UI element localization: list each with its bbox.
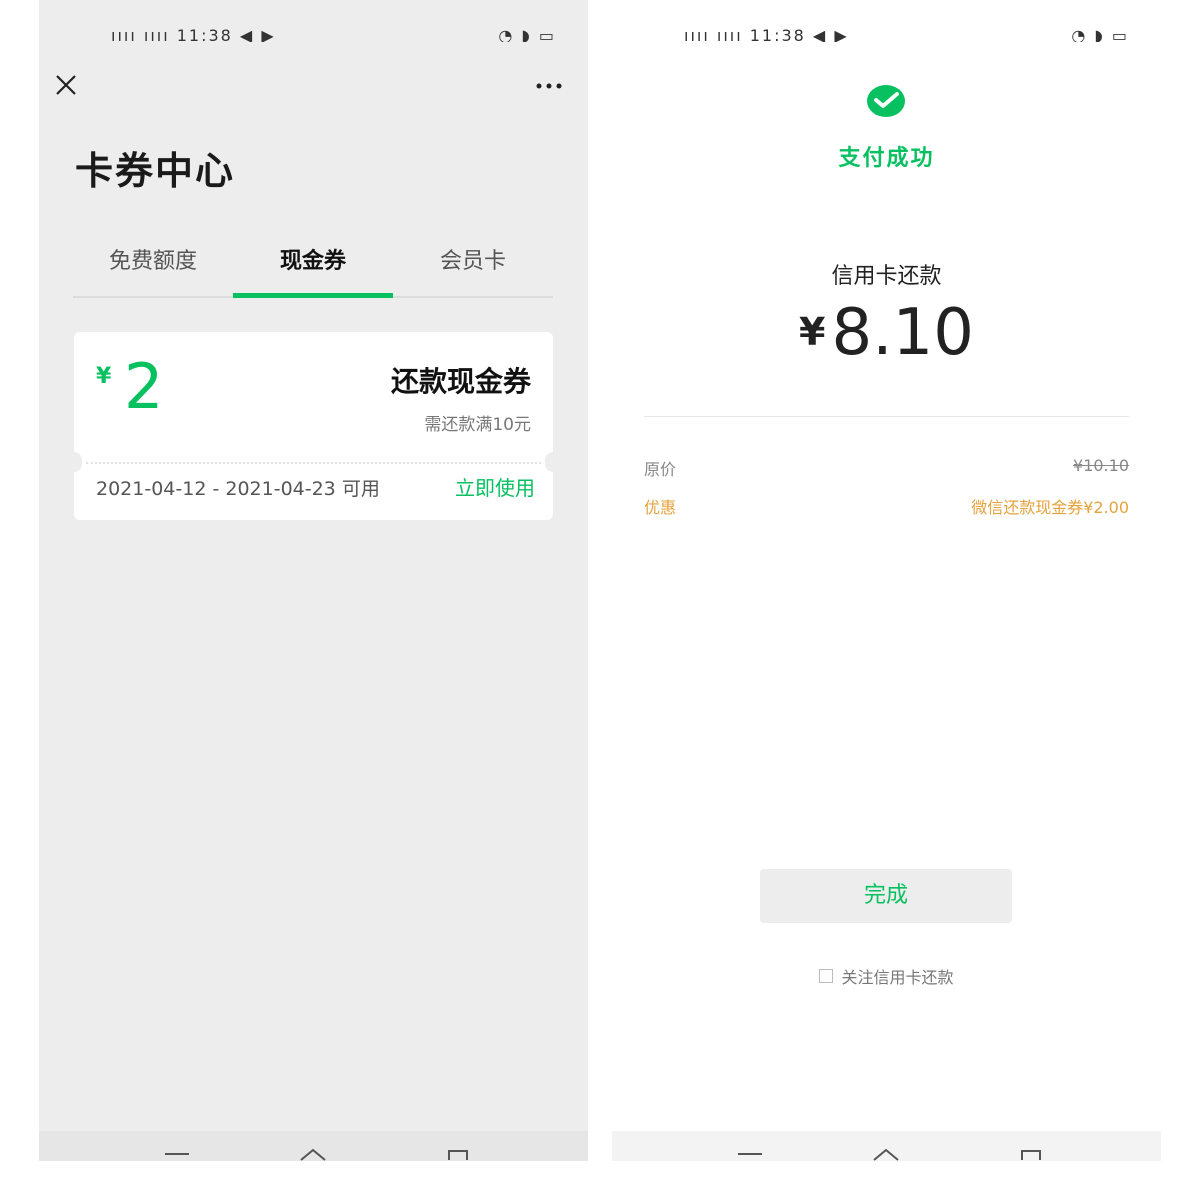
status-bar-left: ıııı ıııı 11:38 ◀ ▶	[684, 26, 849, 42]
amount-currency: ¥	[799, 310, 826, 354]
menu-icon[interactable]	[736, 1147, 764, 1161]
wechat-pay-icon	[867, 85, 905, 117]
follow-label: 关注信用卡还款	[841, 968, 954, 987]
payment-status: 支付成功	[838, 146, 935, 171]
close-icon[interactable]	[53, 72, 79, 98]
menu-icon[interactable]	[163, 1147, 191, 1161]
tab-membership-card[interactable]: 会员卡	[393, 240, 553, 296]
coupon-condition: 需还款满10元	[424, 415, 531, 435]
back-icon[interactable]	[443, 1147, 471, 1161]
original-price-row: 原价 ¥10.10	[644, 456, 1129, 480]
coupon-notch-right	[545, 452, 561, 472]
original-price-label: 原价	[644, 460, 677, 479]
top-bar	[39, 42, 588, 120]
coupon-name: 还款现金券	[390, 365, 531, 398]
discount-label: 优惠	[644, 498, 677, 517]
coupon-currency: ¥	[96, 364, 112, 389]
tab-cash-coupon[interactable]: 现金券	[233, 240, 393, 296]
status-bar-left: ıııı ıııı 11:38 ◀ ▶	[111, 26, 276, 42]
more-icon[interactable]	[534, 76, 564, 96]
system-nav-bar	[39, 1131, 588, 1161]
discount-row: 优惠 微信还款现金券¥2.00	[644, 494, 1129, 518]
status-bar: ıııı ıııı 11:38 ◀ ▶ ◔ ◗ ▭	[612, 0, 1161, 42]
card-center-screen: ıııı ıııı 11:38 ◀ ▶ ◔ ◗ ▭ 卡券中心 免费额度 现金券 …	[39, 0, 588, 1161]
tab-bar: 免费额度 现金券 会员卡	[73, 240, 553, 298]
done-button[interactable]: 完成	[760, 869, 1012, 923]
home-icon[interactable]	[299, 1147, 327, 1161]
use-now-link[interactable]: 立即使用	[455, 472, 535, 501]
status-bar-right: ◔ ◗ ▭	[1071, 26, 1129, 42]
status-bar: ıııı ıııı 11:38 ◀ ▶ ◔ ◗ ▭	[39, 0, 588, 42]
divider	[644, 416, 1129, 417]
active-tab-indicator	[233, 293, 393, 298]
back-icon[interactable]	[1016, 1147, 1044, 1161]
coupon-notch-left	[66, 452, 82, 472]
coupon-amount: 2	[124, 350, 164, 423]
discount-value: 微信还款现金券¥2.00	[971, 498, 1129, 517]
follow-option: 关注信用卡还款	[612, 964, 1161, 988]
original-price-value: ¥10.10	[1073, 456, 1129, 475]
system-nav-bar	[612, 1131, 1161, 1161]
page-title: 卡券中心	[75, 149, 236, 193]
amount-value: 8.10	[831, 296, 974, 370]
tab-free-quota[interactable]: 免费额度	[73, 240, 233, 296]
payment-amount: ¥8.10	[612, 296, 1161, 370]
follow-checkbox[interactable]	[819, 969, 834, 983]
coupon-card[interactable]: ¥ 2 还款现金券 需还款满10元 2021-04-12 - 2021-04-2…	[66, 332, 561, 520]
home-icon[interactable]	[872, 1147, 900, 1161]
coupon-divider	[86, 462, 541, 464]
status-bar-right: ◔ ◗ ▭	[498, 26, 556, 42]
payment-success-screen: ıııı ıııı 11:38 ◀ ▶ ◔ ◗ ▭ 支付成功 信用卡还款 ¥8.…	[612, 0, 1161, 1161]
coupon-valid-period: 2021-04-12 - 2021-04-23 可用	[96, 478, 380, 500]
payment-item: 信用卡还款	[831, 264, 942, 289]
